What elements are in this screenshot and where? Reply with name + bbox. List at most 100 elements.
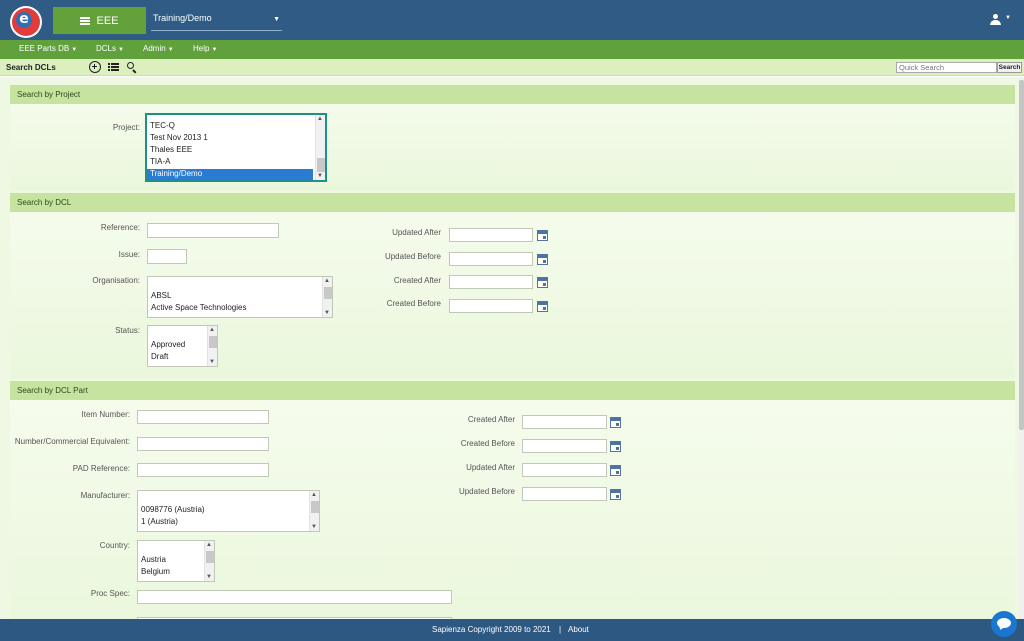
list-icon[interactable]	[108, 61, 120, 73]
project-select-value: Training/Demo	[153, 13, 212, 23]
list-item[interactable]: 1 (Austria)	[141, 517, 178, 526]
country-listbox[interactable]: Austria Belgium ▲ ▼	[137, 540, 215, 582]
issue-label: Issue:	[118, 250, 140, 259]
updated-before-label: Updated Before	[458, 487, 515, 496]
footer: Sapienza Copyright 2009 to 2021 | About	[0, 619, 1024, 641]
listbox-scrollbar[interactable]: ▲ ▼	[322, 277, 332, 317]
chevron-down-icon: ▼	[324, 310, 330, 316]
list-item[interactable]: TIA-A	[150, 157, 170, 166]
chevron-up-icon: ▲	[311, 492, 317, 498]
hamburger-icon	[80, 16, 91, 25]
main-menu: EEE Parts DB ▼ DCLs ▼ Admin ▼ Help ▼	[0, 40, 1024, 59]
number-commercial-input[interactable]	[137, 437, 269, 451]
chevron-up-icon: ▲	[209, 327, 215, 333]
listbox-scrollbar[interactable]: ▲ ▼	[207, 326, 217, 366]
chevron-up-icon: ▲	[324, 278, 330, 284]
page-scrollbar[interactable]	[1019, 77, 1024, 619]
proc-spec-label: Proc Spec:	[90, 589, 130, 598]
listbox-scrollbar[interactable]: ▲ ▼	[309, 491, 319, 531]
list-item[interactable]: Belgium	[141, 567, 170, 576]
caret-down-icon: ▼	[211, 47, 218, 53]
calendar-icon[interactable]	[610, 441, 621, 452]
section-header: Search by DCL Part	[10, 381, 1015, 400]
number-commercial-label: Number/Commercial Equivalent:	[14, 437, 130, 446]
app-menu-label: EEE	[96, 14, 119, 27]
listbox-scrollbar[interactable]: ▲ ▼	[315, 115, 325, 180]
calendar-icon[interactable]	[610, 489, 621, 500]
project-select[interactable]: Training/Demo ▼	[151, 10, 282, 31]
part-updated-before-input[interactable]	[522, 487, 607, 501]
list-item[interactable]: Active Space Technologies	[151, 303, 246, 312]
item-number-label: Item Number:	[81, 410, 130, 419]
created-before-input[interactable]	[449, 299, 533, 313]
calendar-icon[interactable]	[610, 465, 621, 476]
menu-help[interactable]: Help ▼	[193, 44, 217, 53]
user-menu[interactable]: ▼	[990, 14, 1014, 28]
listbox-scrollbar[interactable]: ▲ ▼	[204, 541, 214, 581]
manufacturer-listbox[interactable]: 0098776 (Austria) 1 (Austria) ▲ ▼	[137, 490, 320, 532]
part-updated-after-input[interactable]	[522, 463, 607, 477]
project-listbox[interactable]: TEC-Q Test Nov 2013 1 Thales EEE TIA-A T…	[145, 113, 327, 182]
menu-admin[interactable]: Admin ▼	[143, 44, 174, 53]
section-search-by-project: Search by Project Project: TEC-Q Test No…	[10, 85, 1015, 191]
menu-eee-parts-db[interactable]: EEE Parts DB ▼	[19, 44, 77, 53]
chevron-down-icon: ▼	[206, 574, 212, 580]
pad-reference-input[interactable]	[137, 463, 269, 477]
list-item[interactable]: TEC-Q	[150, 121, 175, 130]
app-logo[interactable]: e	[10, 6, 42, 38]
section-header: Search by DCL	[10, 193, 1015, 212]
updated-before-label: Updated Before	[384, 252, 441, 261]
part-created-after-input[interactable]	[522, 415, 607, 429]
organisation-label: Organisation:	[92, 276, 140, 285]
search-icon[interactable]	[126, 61, 138, 74]
created-after-label: Created After	[393, 276, 441, 285]
updated-before-input[interactable]	[449, 252, 533, 266]
list-item[interactable]: Approved	[151, 340, 185, 349]
quick-search-button[interactable]: Search	[997, 62, 1022, 73]
issue-input[interactable]	[147, 249, 187, 264]
app-menu-button[interactable]: EEE	[53, 7, 146, 34]
add-circle-icon[interactable]	[89, 61, 101, 73]
list-item[interactable]: ABSL	[151, 291, 171, 300]
about-link[interactable]: About	[568, 625, 589, 634]
caret-down-icon: ▼	[118, 47, 124, 53]
calendar-icon[interactable]	[537, 301, 548, 312]
country-label: Country:	[99, 541, 130, 550]
list-item[interactable]: Test Nov 2013 1	[150, 133, 208, 142]
chevron-up-icon: ▲	[317, 116, 323, 122]
updated-after-label: Updated After	[466, 463, 515, 472]
section-search-by-dcl-part: Search by DCL Part Item Number: Number/C…	[10, 381, 1015, 619]
caret-down-icon: ▼	[1005, 15, 1011, 21]
footer-separator: |	[559, 625, 562, 634]
top-bar: e EEE Training/Demo ▼ ▼	[0, 0, 1024, 40]
part-created-before-input[interactable]	[522, 439, 607, 453]
page-title: Search DCLs	[6, 63, 56, 72]
manufacturer-label: Manufacturer:	[80, 491, 130, 500]
calendar-icon[interactable]	[610, 417, 621, 428]
updated-after-input[interactable]	[449, 228, 533, 242]
menu-dcls[interactable]: DCLs ▼	[96, 44, 124, 53]
search-form: Search by Project Project: TEC-Q Test No…	[0, 77, 1019, 619]
status-listbox[interactable]: Approved Draft ▲ ▼	[147, 325, 218, 367]
quick-search-input[interactable]	[896, 62, 997, 73]
list-item[interactable]: 0098776 (Austria)	[141, 505, 205, 514]
page-toolbar: Search DCLs	[0, 59, 1024, 76]
created-before-label: Created Before	[460, 439, 515, 448]
logo-letter: e	[16, 12, 32, 28]
created-after-input[interactable]	[449, 275, 533, 289]
reference-input[interactable]	[147, 223, 279, 238]
calendar-icon[interactable]	[537, 277, 548, 288]
chat-button[interactable]	[991, 611, 1017, 637]
list-item[interactable]: Draft	[151, 352, 168, 361]
calendar-icon[interactable]	[537, 230, 548, 241]
list-item[interactable]: Thales EEE	[150, 145, 192, 154]
status-label: Status:	[115, 326, 140, 335]
proc-spec-input[interactable]	[137, 590, 452, 604]
list-item-selected[interactable]: Training/Demo	[147, 169, 313, 180]
organisation-listbox[interactable]: ABSL Active Space Technologies ▲ ▼	[147, 276, 333, 318]
created-after-label: Created After	[467, 415, 515, 424]
item-number-input[interactable]	[137, 410, 269, 424]
list-item[interactable]: Austria	[141, 555, 166, 564]
calendar-icon[interactable]	[537, 254, 548, 265]
user-icon	[990, 14, 1001, 26]
